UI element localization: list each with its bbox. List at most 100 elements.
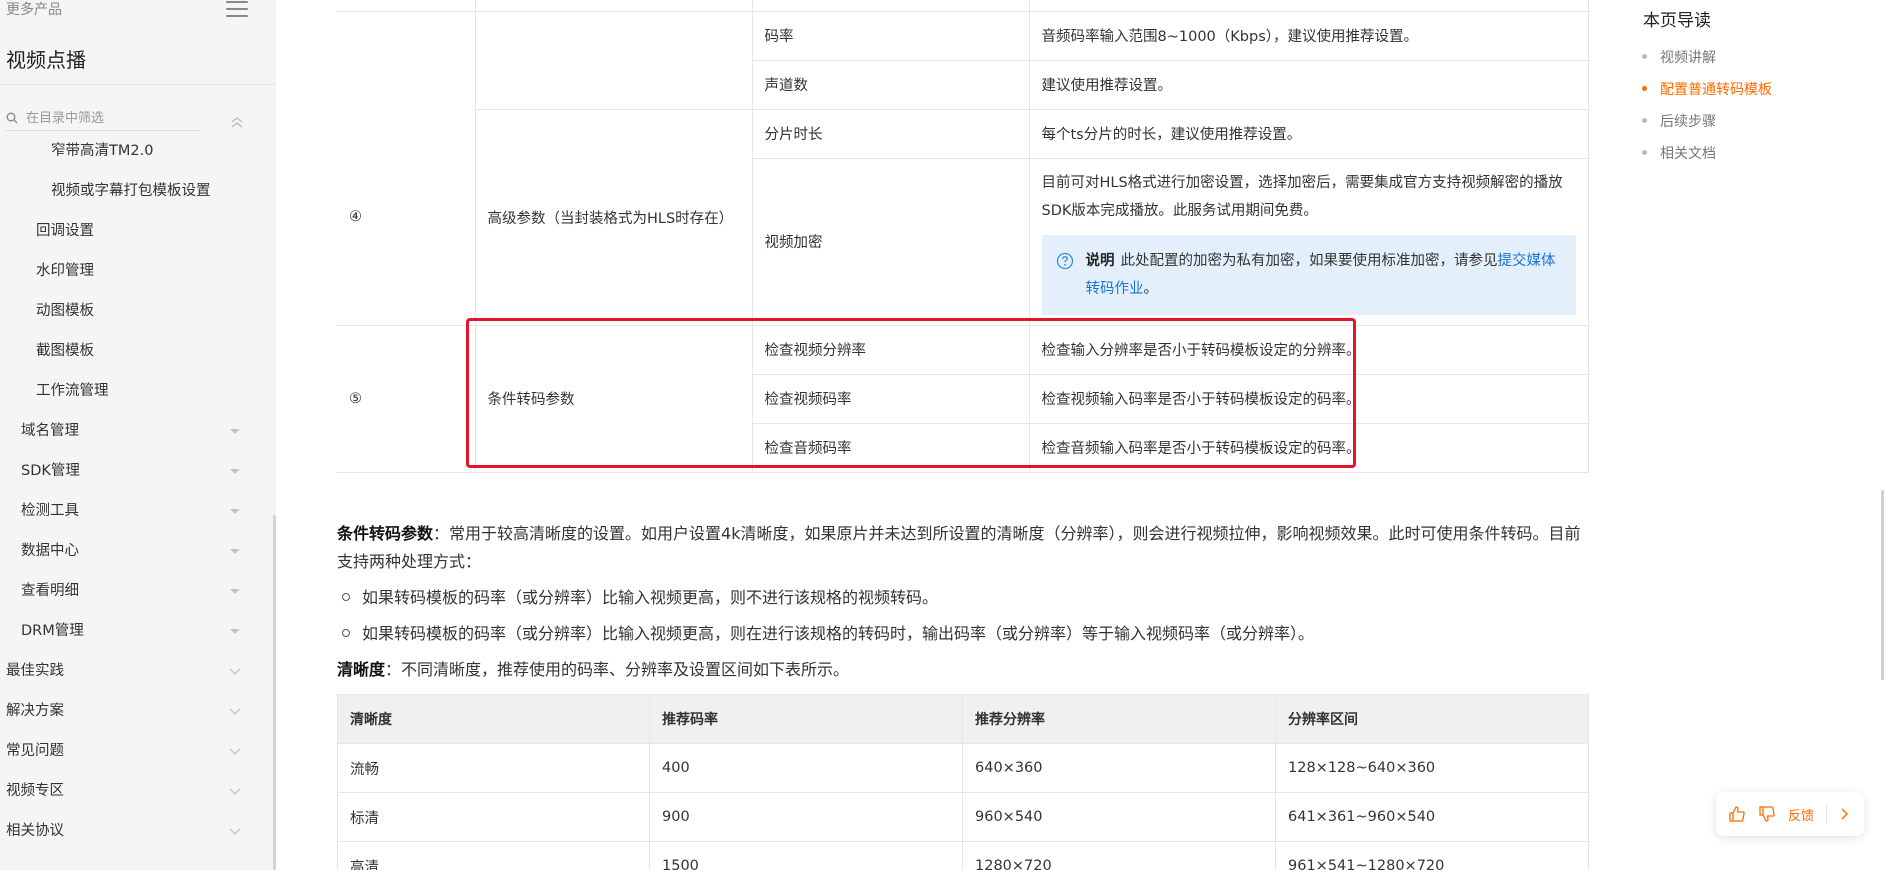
sidebar-item-sdk[interactable]: SDK管理	[0, 456, 276, 486]
note-text: 此处配置的加密为私有加密，如果要使用标准加密，请参见	[1120, 252, 1498, 269]
param-name: 码率	[751, 10, 1030, 61]
cond-title: 条件转码参数	[337, 524, 434, 543]
sidebar-item-label: 最佳实践	[6, 663, 64, 679]
table-cell: 400	[649, 743, 963, 793]
toc-item-related-docs[interactable]: 相关文档	[1642, 143, 1716, 165]
bullet-text: 如果转码模板的码率（或分辨率）比输入视频更高，则不进行该规格的视频转码。	[362, 588, 939, 607]
table-row: 流畅 400 640×360 128×128~640×360	[337, 743, 1589, 793]
table-row: 码率 音频码率输入范围8~1000（Kbps），建议使用推荐设置。	[337, 10, 1589, 110]
def-paragraph: 清晰度：不同清晰度，推荐使用的码率、分辨率及设置区间如下表所示。	[337, 656, 1592, 684]
sidebar-item-workflow[interactable]: 工作流管理	[0, 376, 276, 406]
sidebar-item-drm[interactable]: DRM管理	[0, 616, 276, 646]
page-toc: 本页导读 视频讲解 配置普通转码模板 后续步骤 相关文档	[1640, 0, 1887, 870]
table-cell: 流畅	[337, 743, 650, 793]
toc-item-config-template[interactable]: 配置普通转码模板	[1642, 79, 1772, 101]
sidebar-item-watermark[interactable]: 水印管理	[0, 256, 276, 286]
column-header: 推荐码率	[649, 694, 963, 744]
column-header: 推荐分辨率	[962, 694, 1276, 744]
sidebar-item-callback[interactable]: 回调设置	[0, 216, 276, 246]
divider	[0, 84, 276, 85]
divider	[1826, 805, 1828, 823]
sidebar-item-label: 动图模板	[36, 303, 94, 319]
search-icon	[6, 112, 18, 124]
sidebar-item-agreements[interactable]: 相关协议	[0, 816, 276, 846]
sidebar-item-data-center[interactable]: 数据中心	[0, 536, 276, 566]
column-header: 清晰度	[337, 694, 650, 744]
table-cell: 1500	[649, 841, 963, 870]
sidebar-item-solutions[interactable]: 解决方案	[0, 696, 276, 726]
param-desc: 检查音频输入码率是否小于转码模板设定的码率。	[1028, 422, 1589, 473]
table-row: ⑤ 条件转码参数 检查视频分辨率 检查输入分辨率是否小于转码模板设定的分辨率。	[337, 324, 1589, 473]
sidebar-item-details[interactable]: 查看明细	[0, 576, 276, 606]
note-end: 。	[1143, 280, 1159, 297]
feedback-label[interactable]: 反馈	[1788, 805, 1814, 824]
param-name: 检查视频码率	[751, 373, 1030, 424]
feedback-widget: 反馈	[1716, 792, 1864, 836]
table-cell: 641×361~960×540	[1275, 792, 1589, 842]
product-title[interactable]: 视频点播	[6, 44, 86, 73]
sidebar-item-video-zone[interactable]: 视频专区	[0, 776, 276, 806]
sidebar-item-domain[interactable]: 域名管理	[0, 416, 276, 446]
sidebar-item-label: 工作流管理	[36, 383, 109, 399]
sidebar-item-label: 视频或字幕打包模板设置	[51, 183, 211, 199]
sidebar-item-label: 截图模板	[36, 343, 94, 359]
thumbs-up-button[interactable]	[1722, 792, 1752, 836]
sidebar-item-label: 常见问题	[6, 743, 64, 759]
sidebar-item-label: 回调设置	[36, 223, 94, 239]
param-desc: 建议使用推荐设置。	[1028, 59, 1589, 110]
caret-down-icon	[230, 509, 240, 514]
param-desc: 音频码率输入范围8~1000（Kbps），建议使用推荐设置。	[1028, 10, 1589, 61]
chevron-down-icon	[229, 828, 241, 835]
list-item: 如果转码模板的码率（或分辨率）比输入视频更高，则在进行该规格的转码时，输出码率（…	[342, 621, 1582, 647]
more-products-link[interactable]: 更多产品	[6, 0, 62, 20]
caret-down-icon	[230, 549, 240, 554]
cond-text: ：常用于较高清晰度的设置。如用户设置4k清晰度，如果原片并未达到所设置的清晰度（…	[337, 524, 1581, 571]
table-cell: 961×541~1280×720	[1275, 841, 1589, 870]
sidebar-item-snapshot-template[interactable]: 截图模板	[0, 336, 276, 366]
table-row	[337, 0, 1589, 12]
table-row: ④ 高级参数（当封装格式为HLS时存在） 分片时长 每个ts分片的时长，建议使用…	[337, 108, 1589, 326]
sidebar-item-gif-template[interactable]: 动图模板	[0, 296, 276, 326]
sidebar-item-tools[interactable]: 检测工具	[0, 496, 276, 526]
help-circle-icon	[1056, 252, 1073, 269]
sidebar-item-label: 解决方案	[6, 703, 64, 719]
list-item: 如果转码模板的码率（或分辨率）比输入视频更高，则不进行该规格的视频转码。	[342, 585, 1582, 611]
param-name: 检查音频码率	[751, 422, 1030, 473]
row-number: ④	[337, 109, 476, 326]
table-cell: 128×128~640×360	[1275, 743, 1589, 793]
row-number: ⑤	[337, 324, 476, 473]
thumbs-down-icon	[1759, 806, 1775, 822]
table-cell: 640×360	[962, 743, 1276, 793]
toc-item-next-steps[interactable]: 后续步骤	[1642, 111, 1716, 133]
page-scrollbar[interactable]	[1881, 490, 1884, 680]
table-cell: 900	[649, 792, 963, 842]
param-group: 高级参数（当封装格式为HLS时存在）	[474, 108, 753, 326]
chevron-right-icon	[1841, 808, 1849, 820]
def-title: 清晰度	[337, 660, 386, 679]
sidebar-item-best-practice[interactable]: 最佳实践	[0, 656, 276, 686]
collapse-all-icon[interactable]	[228, 114, 246, 130]
table-row: 高清 1500 1280×720 961×541~1280×720	[337, 841, 1589, 870]
sidebar-item-label: DRM管理	[21, 623, 84, 639]
filter-input[interactable]	[26, 110, 196, 126]
caret-down-icon	[230, 629, 240, 634]
chevron-down-icon	[229, 668, 241, 675]
sidebar-item-package-template[interactable]: 视频或字幕打包模板设置	[0, 176, 276, 206]
sidebar-item-label: SDK管理	[21, 463, 80, 479]
toc-item-label: 后续步骤	[1660, 114, 1716, 130]
sidebar-item-label: 窄带高清TM2.0	[51, 143, 154, 159]
main-content: 码率 音频码率输入范围8~1000（Kbps），建议使用推荐设置。 声道数 建议…	[276, 0, 1640, 870]
menu-icon[interactable]	[226, 1, 248, 19]
feedback-expand-button[interactable]	[1833, 792, 1855, 836]
sidebar-item-tm2[interactable]: 窄带高清TM2.0	[0, 136, 276, 166]
param-group: 条件转码参数	[474, 324, 753, 473]
bullet-text: 如果转码模板的码率（或分辨率）比输入视频更高，则在进行该规格的转码时，输出码率（…	[362, 624, 1315, 643]
sidebar-item-label: 水印管理	[36, 263, 94, 279]
filter-box	[6, 106, 200, 131]
sidebar-item-faq[interactable]: 常见问题	[0, 736, 276, 766]
note-box: 说明 此处配置的加密为私有加密，如果要使用标准加密，请参见提交媒体转码作业。	[1041, 234, 1576, 315]
toc-item-video-intro[interactable]: 视频讲解	[1642, 47, 1716, 69]
sidebar: 更多产品 视频点播 窄带高清TM2.0 视频或字幕打包模板设置 回调设置 水印管…	[0, 0, 276, 870]
params-table: 码率 音频码率输入范围8~1000（Kbps），建议使用推荐设置。 声道数 建议…	[337, 0, 1589, 473]
thumbs-down-button[interactable]	[1752, 792, 1782, 836]
